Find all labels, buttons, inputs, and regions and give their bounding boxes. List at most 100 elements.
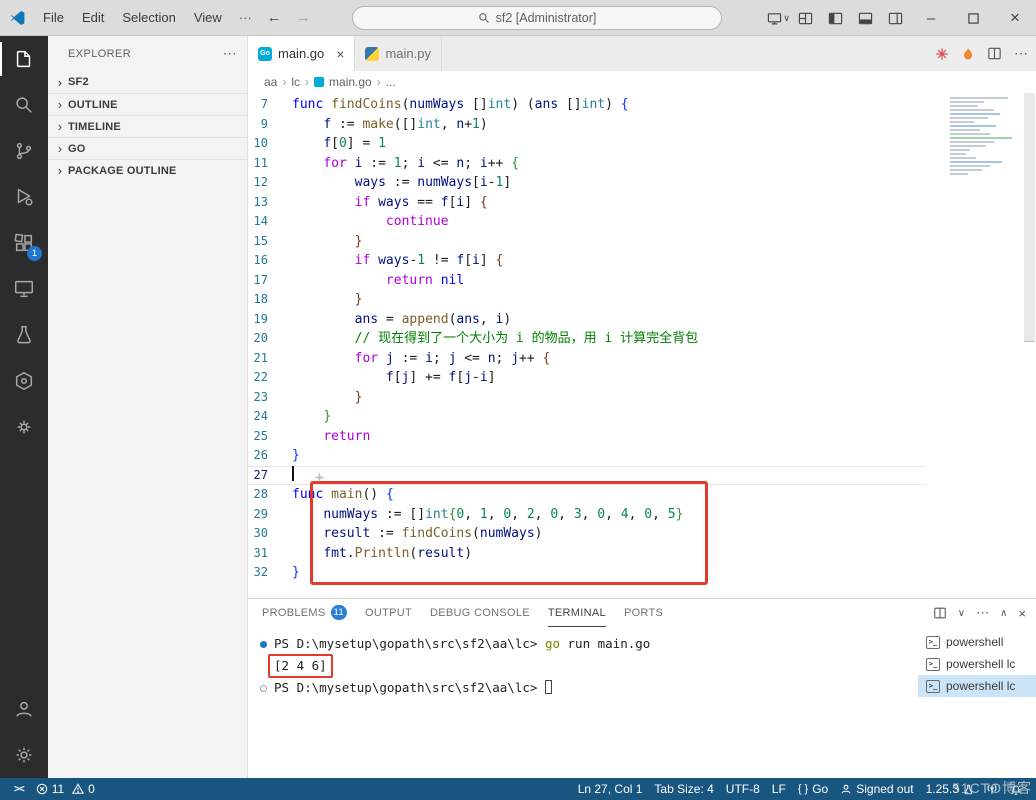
code-line[interactable]: 20 // 现在得到了一个大小为 i 的物品，用 i 计算完全背包: [248, 329, 926, 349]
activity-run-debug-icon[interactable]: [0, 174, 48, 220]
code-line[interactable]: 12 ways := numWays[i-1]: [248, 173, 926, 193]
sparkle-hint-icon[interactable]: [314, 472, 325, 483]
panel-tab-output[interactable]: OUTPUT: [365, 599, 412, 627]
code-line[interactable]: 27: [248, 465, 926, 486]
minimap[interactable]: [950, 97, 1022, 177]
explorer-section-go[interactable]: › GO: [48, 137, 247, 159]
close-window-button[interactable]: ×: [994, 0, 1036, 36]
eol-status[interactable]: LF: [766, 782, 792, 796]
editor-more-actions-icon[interactable]: ⋯: [1014, 45, 1028, 62]
code-line[interactable]: 9 f := make([]int, n+1): [248, 115, 926, 135]
command-center-search[interactable]: sf2 [Administrator]: [352, 6, 722, 30]
terminal-line[interactable]: PS D:\mysetup\gopath\src\sf2\aa\lc>: [260, 678, 918, 698]
minimize-button[interactable]: –: [910, 0, 952, 36]
activity-extension-a-icon[interactable]: [0, 358, 48, 404]
panel-tab-debug-console[interactable]: DEBUG CONSOLE: [430, 599, 530, 627]
code-line[interactable]: 30 result := findCoins(numWays): [248, 524, 926, 544]
split-editor-icon[interactable]: [987, 46, 1002, 61]
activity-extension-b-icon[interactable]: [0, 404, 48, 450]
code-line[interactable]: 17 return nil: [248, 271, 926, 291]
activity-explorer-icon[interactable]: [0, 36, 48, 82]
indentation-status[interactable]: Tab Size: 4: [648, 782, 719, 796]
extension-action-flame-icon[interactable]: [961, 47, 975, 61]
terminal-dropdown-icon[interactable]: ∨: [958, 608, 965, 619]
split-terminal-icon[interactable]: [933, 606, 947, 620]
activity-remote-explorer-icon[interactable]: [0, 266, 48, 312]
code-line[interactable]: 25 return: [248, 427, 926, 447]
breadcrumb-item[interactable]: lc: [291, 75, 300, 89]
forward-button[interactable]: →: [289, 9, 318, 26]
customize-layout-icon[interactable]: [790, 0, 820, 36]
code-line[interactable]: 26}: [248, 446, 926, 466]
editor-scrollbar[interactable]: [1024, 93, 1035, 342]
code-line[interactable]: 22 f[j] += f[j-i]: [248, 368, 926, 388]
code-line[interactable]: 10 f[0] = 1: [248, 134, 926, 154]
close-tab-icon[interactable]: ×: [336, 46, 344, 62]
code-line[interactable]: 21 for j := i; j <= n; j++ {: [248, 349, 926, 369]
code-line[interactable]: 16 if ways-1 != f[i] {: [248, 251, 926, 271]
account-status[interactable]: Signed out: [834, 782, 919, 796]
menu-selection[interactable]: Selection: [113, 0, 184, 36]
extension-action-snowflake-icon[interactable]: [935, 47, 949, 61]
explorer-section-outline[interactable]: › OUTLINE: [48, 93, 247, 115]
maximize-panel-icon[interactable]: ∧: [1000, 608, 1007, 619]
code-line[interactable]: 7 func findCoins(numWays []int) (ans []in…: [248, 95, 926, 115]
maximize-button[interactable]: [952, 0, 994, 36]
explorer-more-actions-button[interactable]: ⋯: [223, 45, 237, 62]
breadcrumb-item[interactable]: main.go: [329, 75, 372, 89]
tab-main.py[interactable]: main.py: [355, 36, 442, 71]
activity-testing-icon[interactable]: [0, 312, 48, 358]
code-line[interactable]: 19 ans = append(ans, i): [248, 310, 926, 330]
activity-source-control-icon[interactable]: [0, 128, 48, 174]
explorer-section-timeline[interactable]: › TIMELINE: [48, 115, 247, 137]
code-line[interactable]: 13 if ways == f[i] {: [248, 193, 926, 213]
terminal-line[interactable]: [2 4 6]: [260, 654, 918, 678]
language-mode-status[interactable]: { } Go: [792, 782, 834, 796]
explorer-section-sf2[interactable]: › SF2: [48, 71, 247, 93]
close-panel-icon[interactable]: ×: [1018, 606, 1026, 621]
menu-overflow-button[interactable]: ···: [231, 10, 260, 25]
code-editor[interactable]: 7 func findCoins(numWays []int) (ans []in…: [248, 93, 1036, 598]
code-line[interactable]: 29 numWays := []int{0, 1, 0, 2, 0, 3, 0,…: [248, 505, 926, 525]
toggle-primary-sidebar-icon[interactable]: [820, 0, 850, 36]
radio-tower-icon[interactable]: [980, 783, 1004, 795]
explorer-section-package-outline[interactable]: › PACKAGE OUTLINE: [48, 159, 247, 181]
go-version-status[interactable]: 1.25.3: [920, 782, 980, 796]
encoding-status[interactable]: UTF-8: [720, 782, 766, 796]
panel-tab-problems[interactable]: PROBLEMS 11: [262, 599, 347, 627]
code-line[interactable]: 32}: [248, 563, 926, 583]
menu-edit[interactable]: Edit: [73, 0, 113, 36]
menu-view[interactable]: View: [185, 0, 231, 36]
activity-extensions-icon[interactable]: 1: [0, 220, 48, 266]
code-line[interactable]: 14 continue: [248, 212, 926, 232]
terminal-line[interactable]: PS D:\mysetup\gopath\src\sf2\aa\lc> go r…: [260, 634, 918, 654]
code-line[interactable]: 11 for i := 1; i <= n; i++ {: [248, 154, 926, 174]
terminal-output[interactable]: PS D:\mysetup\gopath\src\sf2\aa\lc> go r…: [248, 627, 918, 778]
code-line[interactable]: 15 }: [248, 232, 926, 252]
panel-more-actions-icon[interactable]: ⋯: [976, 605, 989, 621]
terminal-instance-item[interactable]: >_ powershell lc: [918, 675, 1036, 697]
breadcrumb-item[interactable]: aa: [264, 75, 277, 89]
activity-account-icon[interactable]: [0, 686, 48, 732]
toggle-secondary-sidebar-icon[interactable]: [880, 0, 910, 36]
terminal-instance-item[interactable]: >_ powershell lc: [918, 653, 1036, 675]
code-line[interactable]: 31 fmt.Println(result): [248, 544, 926, 564]
activity-search-icon[interactable]: [0, 82, 48, 128]
cursor-position-status[interactable]: Ln 27, Col 1: [572, 782, 649, 796]
panel-tab-ports[interactable]: PORTS: [624, 599, 663, 627]
notifications-bell-icon[interactable]: [1004, 783, 1028, 795]
code-line[interactable]: 23 }: [248, 388, 926, 408]
panel-tab-terminal[interactable]: TERMINAL: [547, 599, 606, 627]
breadcrumb-item[interactable]: ...: [386, 75, 396, 89]
back-button[interactable]: ←: [260, 9, 289, 26]
terminal-instance-item[interactable]: >_ powershell: [918, 631, 1036, 653]
code-line[interactable]: 28 func main() {: [248, 485, 926, 505]
code-line[interactable]: 24 }: [248, 407, 926, 427]
menu-file[interactable]: File: [34, 0, 73, 36]
toggle-panel-icon[interactable]: [850, 0, 880, 36]
tab-main.go[interactable]: Go main.go ×: [248, 36, 356, 71]
code-line[interactable]: 18 }: [248, 290, 926, 310]
activity-settings-gear-icon[interactable]: [0, 732, 48, 778]
problems-status[interactable]: 11 0: [30, 782, 101, 796]
remote-indicator[interactable]: ><: [8, 784, 30, 795]
